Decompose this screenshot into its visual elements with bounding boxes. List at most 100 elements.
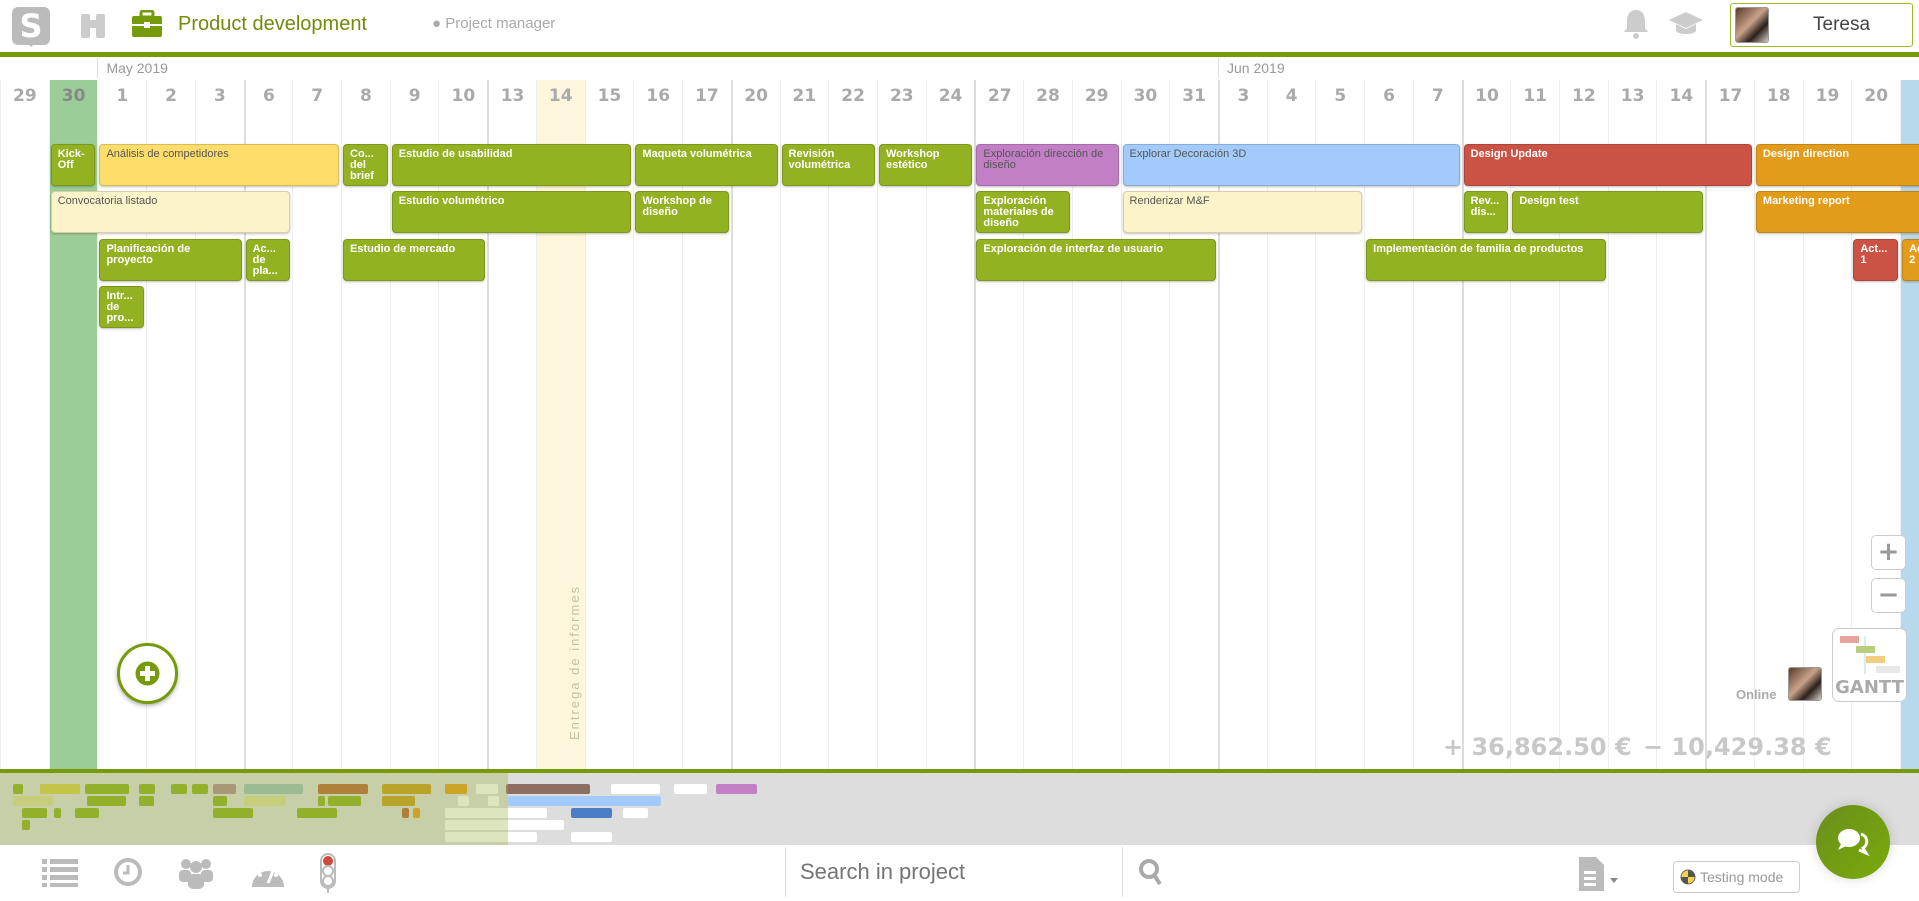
day-number: 29: [1084, 86, 1109, 106]
task-bar[interactable]: Workshop de diseño: [635, 191, 729, 234]
minimap-task: [570, 832, 613, 842]
project-manager-link[interactable]: ● Project manager: [432, 15, 555, 32]
task-bar[interactable]: Workshop estético: [878, 144, 973, 186]
day-number: 20: [744, 86, 768, 106]
day-number: 6: [263, 86, 275, 106]
day-number: 21: [792, 86, 817, 106]
user-icon: ●: [432, 15, 446, 32]
task-bar[interactable]: Análisis de competidores: [99, 144, 340, 186]
search-icon[interactable]: [1138, 858, 1164, 893]
day-number: 3: [213, 86, 226, 106]
day-number: 17: [1718, 86, 1743, 106]
task-bar[interactable]: Design Update: [1463, 144, 1752, 186]
day-number: 30: [61, 86, 86, 106]
day-number: 30: [1133, 86, 1158, 106]
day-number: 1: [116, 86, 129, 106]
task-bar[interactable]: Exploración dirección de diseño: [976, 144, 1119, 186]
task-bar[interactable]: Exploración de interfaz de usuario: [976, 238, 1216, 281]
minimap-task: [507, 796, 661, 806]
divider: [785, 847, 786, 897]
testing-mode-label: Testing mode: [1700, 869, 1784, 885]
task-bar[interactable]: Kick-Off: [50, 144, 96, 186]
day-number: 5: [1334, 86, 1347, 106]
testing-mode-button[interactable]: Testing mode: [1673, 861, 1800, 893]
minimap-task: [716, 784, 757, 794]
user-menu[interactable]: Teresa: [1730, 3, 1913, 47]
task-bar[interactable]: Explorar Decoración 3D: [1122, 144, 1460, 186]
task-bar[interactable]: Estudio de usabilidad: [391, 144, 632, 186]
day-number: 7: [1431, 86, 1444, 106]
task-bar[interactable]: Convocatoria listado: [50, 191, 291, 234]
task-bar[interactable]: Co... del brief: [343, 144, 388, 186]
day-number: 7: [311, 86, 324, 106]
gantt-button[interactable]: GANTT: [1832, 628, 1907, 702]
day-number: 15: [597, 86, 622, 106]
task-bar[interactable]: Design test: [1512, 191, 1704, 234]
clock-icon[interactable]: [113, 857, 143, 893]
day-number: 27: [987, 86, 1012, 106]
testing-mode-icon: [1680, 869, 1696, 885]
timeline-grid[interactable]: 29 30 1 2 3 6 7 8 9 10 13 14 15 16 17 20 21 22 23 24 27 28 29 3…: [0, 80, 1919, 769]
task-bar[interactable]: Revisión volumétrica: [781, 144, 875, 186]
briefcase-icon[interactable]: [131, 9, 163, 43]
minimap[interactable]: [0, 773, 1919, 845]
project-title[interactable]: Product development: [178, 13, 367, 36]
day-number: 17: [695, 86, 719, 106]
online-user-avatar[interactable]: [1788, 667, 1822, 701]
day-number: 14: [1669, 86, 1694, 106]
chat-button[interactable]: [1816, 805, 1890, 879]
app-logo[interactable]: S: [12, 7, 50, 47]
task-bar[interactable]: Maqueta volumétrica: [635, 144, 778, 186]
day-number: 20: [1864, 86, 1889, 106]
task-bar[interactable]: Marketing report: [1755, 191, 1919, 234]
task-bar[interactable]: Estudio de mercado: [343, 238, 486, 281]
task-bar[interactable]: Design direction: [1755, 144, 1919, 186]
chat-bubbles-icon: [1838, 829, 1870, 857]
task-bar[interactable]: Intr... de pro...: [99, 285, 145, 328]
graduation-cap-icon[interactable]: [1668, 10, 1704, 43]
binoculars-icon[interactable]: [78, 10, 108, 40]
day-number: 13: [1620, 86, 1645, 106]
plus-circle-icon: [135, 661, 160, 686]
task-bar[interactable]: Act... 1: [1853, 238, 1899, 281]
minimap-task: [623, 808, 648, 818]
day-number: 11: [1523, 86, 1547, 106]
search-input[interactable]: [800, 853, 1110, 891]
minimap-task: [674, 784, 708, 794]
task-bar[interactable]: Ac... 2: [1902, 238, 1919, 281]
task-bar[interactable]: Renderizar M&F: [1122, 191, 1363, 234]
day-number: 23: [889, 86, 914, 106]
minimap-task: [611, 784, 661, 794]
divider: [1122, 847, 1123, 897]
gantt-icon: [1840, 636, 1900, 674]
day-number: 13: [500, 86, 525, 106]
day-column[interactable]: 29: [0, 80, 49, 769]
minimap-viewport[interactable]: [0, 773, 508, 845]
day-number: 29: [13, 86, 37, 106]
gantt-label: GANTT: [1835, 677, 1904, 698]
zoom-in-button[interactable]: +: [1871, 535, 1906, 570]
day-number: 6: [1383, 86, 1395, 106]
task-bar[interactable]: Estudio volumétrico: [391, 191, 632, 234]
day-number: 16: [646, 86, 671, 106]
month-label: Jun 2019: [1218, 58, 1285, 78]
day-number: 3: [1237, 86, 1250, 106]
task-bar[interactable]: Rev... dis...: [1463, 191, 1509, 234]
task-bar[interactable]: Implementación de familia de productos: [1366, 238, 1606, 281]
day-number: 31: [1182, 86, 1206, 106]
day-number: 8: [359, 86, 372, 106]
zoom-out-button[interactable]: −: [1871, 578, 1906, 613]
task-bar[interactable]: Ac... de pla...: [245, 238, 291, 281]
top-bar: S Product development ● Project manager …: [0, 0, 1919, 52]
document-export-icon[interactable]: [1578, 856, 1622, 897]
list-icon[interactable]: [42, 857, 78, 893]
team-icon[interactable]: [178, 857, 214, 895]
task-bar[interactable]: Planificación de proyecto: [99, 238, 242, 281]
bell-icon[interactable]: [1622, 8, 1650, 45]
traffic-light-icon[interactable]: [320, 853, 336, 899]
day-number: 24: [938, 86, 963, 106]
task-bar[interactable]: Exploración materiales de diseño: [976, 191, 1070, 234]
add-task-button[interactable]: [117, 643, 178, 704]
day-number: 28: [1036, 86, 1060, 106]
dashboard-gauge-icon[interactable]: [250, 857, 286, 895]
